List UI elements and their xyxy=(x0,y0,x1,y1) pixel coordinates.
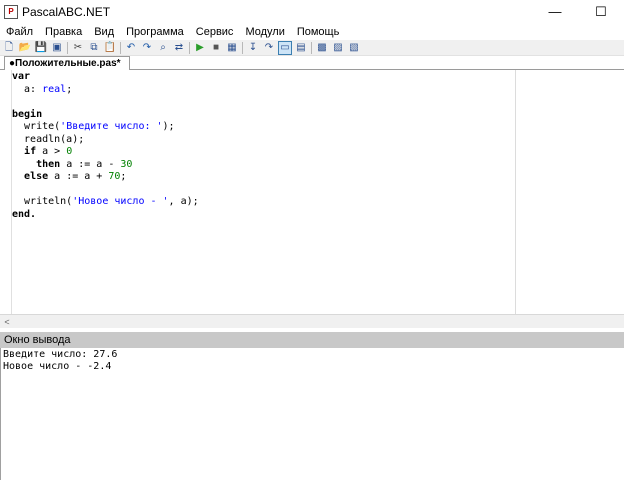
code-token: write( xyxy=(12,121,61,132)
code-token: a: xyxy=(12,83,43,95)
code-token: 'Введите число: ' xyxy=(60,121,163,132)
code-line: begin xyxy=(12,109,199,122)
menu-bar: Файл Правка Вид Программа Сервис Модули Помощь xyxy=(0,23,624,40)
code-line: if a > 0 xyxy=(12,146,199,159)
code-line: var xyxy=(12,71,199,84)
menu-item-1[interactable]: Правка xyxy=(39,26,88,38)
stop-icon[interactable]: ■ xyxy=(209,41,223,55)
new-file-icon[interactable]: 🗋 xyxy=(2,41,16,55)
title-bar: P PascalABC.NET — ☐ xyxy=(0,0,624,23)
code-token: , a); xyxy=(168,196,199,207)
form-designer-icon[interactable]: ▩ xyxy=(315,41,329,55)
scroll-left-icon[interactable]: < xyxy=(2,315,12,328)
maximize-icon: ☐ xyxy=(595,3,607,19)
menu-item-3[interactable]: Программа xyxy=(120,26,190,38)
horizontal-scrollbar[interactable]: < xyxy=(0,314,624,328)
run-icon[interactable]: ▶ xyxy=(193,41,207,55)
toolbar-separator xyxy=(242,41,243,54)
menu-item-4[interactable]: Сервис xyxy=(190,26,240,38)
output-text: Введите число: 27.6 Новое число - -2.4 xyxy=(1,348,624,372)
right-margin-line xyxy=(515,70,516,314)
code-token: a := a - xyxy=(60,158,121,170)
output-panel-title: Окно вывода xyxy=(4,334,71,346)
window-title: PascalABC.NET xyxy=(22,4,111,19)
output-panel[interactable]: Введите число: 27.6 Новое число - -2.4 xyxy=(0,348,624,480)
code-line: end. xyxy=(12,209,199,222)
toolbar: 🗋 📂 💾 ▣ ✂ ⧉ 📋 ↶ ↷ ⌕ ⇄ ▶ ■ ▦ ↧ ↷ ▭ ▤ ▩ ▨ ▧ xyxy=(0,40,624,56)
redo-icon[interactable]: ↷ xyxy=(140,41,154,55)
app-icon: P xyxy=(4,4,18,19)
toggle-output-icon[interactable]: ▭ xyxy=(278,40,292,55)
toolbar-separator xyxy=(120,41,121,54)
code-token: readln(a); xyxy=(12,133,85,145)
add-unit-icon[interactable]: ▧ xyxy=(347,41,361,55)
copy-icon[interactable]: ⧉ xyxy=(87,41,101,55)
minimize-icon: — xyxy=(548,4,562,19)
code-token: then xyxy=(36,158,61,170)
menu-item-6[interactable]: Помощь xyxy=(291,26,346,38)
code-token: a > xyxy=(36,146,67,157)
code-token: end. xyxy=(12,208,37,220)
minimize-button[interactable]: — xyxy=(532,0,578,23)
tab-strip: ●Положительные.pas* xyxy=(0,56,624,70)
code-line: a: real; xyxy=(12,84,199,97)
code-editor[interactable]: var a: real; begin write('Введите число:… xyxy=(0,70,624,314)
find-icon[interactable]: ⌕ xyxy=(156,41,170,55)
save-icon[interactable]: 💾 xyxy=(34,41,48,55)
output-line: Новое число - -2.4 xyxy=(3,360,112,372)
save-all-icon[interactable]: ▣ xyxy=(50,41,64,55)
editor-gutter xyxy=(0,70,12,314)
code-line: then a := a - 30 xyxy=(12,159,199,172)
maximize-button[interactable]: ☐ xyxy=(578,0,624,23)
code-token: a := a + xyxy=(48,171,109,182)
toolbar-separator xyxy=(67,41,68,54)
menu-item-2[interactable]: Вид xyxy=(88,26,120,38)
code-token: ; xyxy=(120,171,127,182)
code-line: write('Введите число: '); xyxy=(12,121,199,134)
code-token: real xyxy=(42,83,67,95)
code-line: else a := a + 70; xyxy=(12,171,199,184)
compile-icon[interactable]: ▦ xyxy=(225,41,239,55)
code-token: begin xyxy=(12,108,43,120)
toolbar-separator xyxy=(311,41,312,54)
toolbar-separator xyxy=(189,41,190,54)
code-token: ); xyxy=(162,121,175,132)
code-line: readln(a); xyxy=(12,134,199,147)
code-token: var xyxy=(12,71,31,82)
menu-item-0[interactable]: Файл xyxy=(0,26,39,38)
debug-window-icon[interactable]: ▤ xyxy=(294,41,308,55)
code-token: ; xyxy=(66,83,73,95)
code-text[interactable]: var a: real; begin write('Введите число:… xyxy=(12,71,199,221)
paste-icon[interactable]: 📋 xyxy=(103,41,117,55)
undo-icon[interactable]: ↶ xyxy=(124,41,138,55)
step-over-icon[interactable]: ↷ xyxy=(262,41,276,55)
code-token: 70 xyxy=(108,171,121,182)
code-token: 'Новое число - ' xyxy=(72,196,169,207)
code-line: writeln('Новое число - ', a); xyxy=(12,196,199,209)
code-token: if xyxy=(24,146,37,157)
add-form-icon[interactable]: ▨ xyxy=(331,41,345,55)
code-token: 30 xyxy=(120,158,133,170)
menu-item-5[interactable]: Модули xyxy=(239,26,290,38)
open-folder-icon[interactable]: 📂 xyxy=(18,41,32,55)
replace-icon[interactable]: ⇄ xyxy=(172,41,186,55)
code-token: else xyxy=(24,171,49,182)
cut-icon[interactable]: ✂ xyxy=(71,41,85,55)
tab-positive-pas[interactable]: ●Положительные.pas* xyxy=(4,56,130,70)
output-panel-header: Окно вывода xyxy=(0,332,624,348)
code-token: writeln( xyxy=(12,196,73,207)
step-into-icon[interactable]: ↧ xyxy=(246,41,260,55)
output-line: Введите число: 27.6 xyxy=(3,349,118,360)
code-token: 0 xyxy=(66,146,73,157)
